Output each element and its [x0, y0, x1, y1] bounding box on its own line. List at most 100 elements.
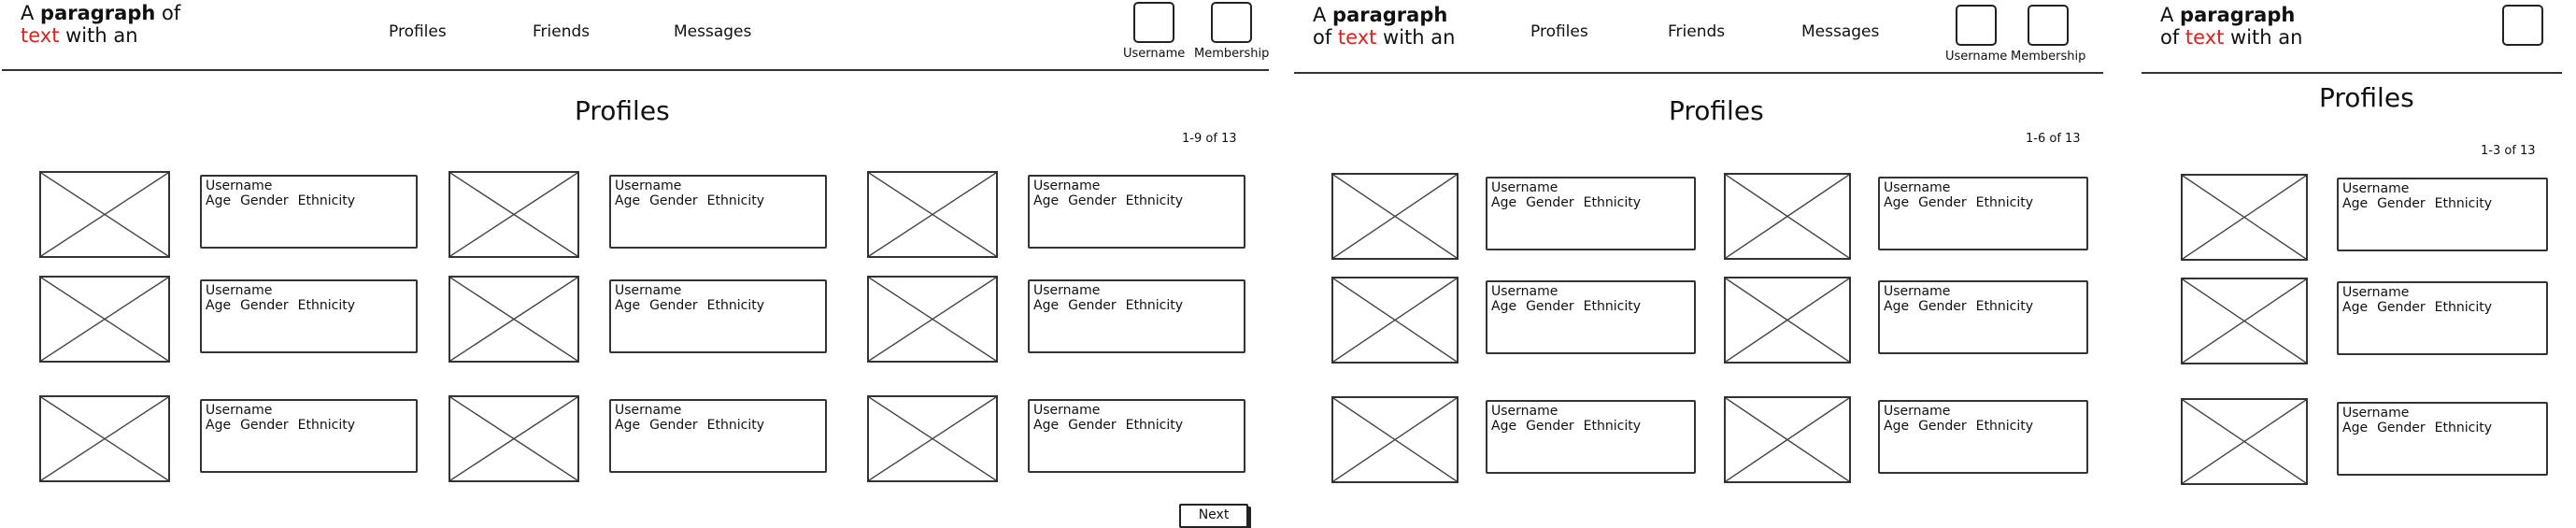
- image-placeholder-icon: [1333, 278, 1457, 362]
- page-title: Profiles: [2319, 82, 2414, 113]
- nav-messages[interactable]: Messages: [674, 22, 751, 41]
- profile-card[interactable]: Username Age Gender Ethnicity: [2337, 281, 2548, 355]
- next-button[interactable]: Next: [1179, 504, 1248, 528]
- profile-ethnicity: Ethnicity: [706, 298, 765, 313]
- image-placeholder-icon: [1726, 175, 1849, 258]
- nav-friends[interactable]: Friends: [533, 22, 590, 41]
- user-icon: [1956, 5, 1998, 46]
- profile-card[interactable]: Username Age Gender Ethnicity: [1028, 399, 1245, 473]
- profile-card[interactable]: Username Age Gender Ethnicity: [609, 279, 827, 353]
- profile-username: Username: [1033, 403, 1101, 418]
- profile-age: Age: [1884, 195, 1910, 210]
- tablet-wireframe: A paragraph of text with an Profiles Fri…: [1292, 0, 2109, 527]
- profile-age: Age: [1884, 419, 1910, 434]
- profile-username: Username: [1491, 180, 1558, 195]
- profile-gender: Gender: [2377, 300, 2426, 315]
- profile-thumbnail[interactable]: [448, 395, 579, 482]
- profile-age: Age: [206, 418, 232, 433]
- profile-age: Age: [615, 298, 641, 313]
- profile-username: Username: [1884, 180, 1951, 195]
- profile-ethnicity: Ethnicity: [1125, 418, 1184, 433]
- profile-thumbnail[interactable]: [39, 171, 170, 258]
- image-placeholder-icon: [1726, 398, 1849, 481]
- profile-thumbnail[interactable]: [1724, 173, 1851, 260]
- nav-profiles[interactable]: Profiles: [1530, 22, 1588, 41]
- profile-card[interactable]: Username Age Gender Ethnicity: [2337, 402, 2548, 476]
- profile-card[interactable]: Username Age Gender Ethnicity: [200, 399, 418, 473]
- profile-gender: Gender: [1918, 419, 1967, 434]
- profile-ethnicity: Ethnicity: [1975, 299, 2034, 314]
- username-button[interactable]: Username: [1123, 2, 1185, 61]
- profile-thumbnail[interactable]: [2181, 398, 2308, 485]
- profile-card[interactable]: Username Age Gender Ethnicity: [1028, 279, 1245, 353]
- profile-thumbnail[interactable]: [1724, 277, 1851, 364]
- profile-card[interactable]: Username Age Gender Ethnicity: [1028, 175, 1245, 249]
- image-placeholder-icon: [869, 397, 996, 480]
- nav-profiles[interactable]: Profiles: [389, 22, 447, 41]
- profile-username: Username: [1491, 284, 1558, 299]
- profile-gender: Gender: [1526, 195, 1574, 210]
- logo-text[interactable]: A paragraph of text with an: [1313, 4, 1500, 47]
- profile-ethnicity: Ethnicity: [1975, 419, 2034, 434]
- profile-thumbnail[interactable]: [1331, 173, 1459, 260]
- nav-friends[interactable]: Friends: [1668, 22, 1725, 41]
- profile-age: Age: [206, 193, 232, 208]
- profile-card[interactable]: Username Age Gender Ethnicity: [2337, 178, 2548, 251]
- desktop-wireframe: A paragraph of text with an Profiles Fri…: [0, 0, 1285, 528]
- profile-card[interactable]: Username Age Gender Ethnicity: [1878, 177, 2088, 250]
- profile-username: Username: [2342, 181, 2410, 196]
- profile-age: Age: [1491, 195, 1517, 210]
- profile-thumbnail[interactable]: [867, 395, 998, 482]
- profile-thumbnail[interactable]: [867, 276, 998, 363]
- menu-icon: [2502, 5, 2543, 46]
- profile-gender: Gender: [1068, 418, 1117, 433]
- profile-username: Username: [1033, 178, 1101, 193]
- profile-card[interactable]: Username Age Gender Ethnicity: [200, 279, 418, 353]
- profile-username: Username: [1884, 284, 1951, 299]
- membership-button[interactable]: Membership: [2011, 5, 2085, 64]
- username-button[interactable]: Username: [1945, 5, 2007, 64]
- page-title: Profiles: [1669, 95, 1764, 126]
- profile-thumbnail[interactable]: [1331, 277, 1459, 364]
- profile-card[interactable]: Username Age Gender Ethnicity: [609, 175, 827, 249]
- profile-card[interactable]: Username Age Gender Ethnicity: [1486, 280, 1696, 354]
- result-count: 1-6 of 13: [2026, 132, 2081, 146]
- result-count: 1-3 of 13: [2481, 144, 2536, 158]
- profile-thumbnail[interactable]: [2181, 278, 2308, 364]
- membership-icon: [1211, 2, 1253, 43]
- profile-thumbnail[interactable]: [2181, 174, 2308, 261]
- profile-username: Username: [206, 178, 273, 193]
- profile-ethnicity: Ethnicity: [2434, 196, 2493, 211]
- profile-thumbnail[interactable]: [39, 276, 170, 363]
- profile-thumbnail[interactable]: [39, 395, 170, 482]
- profile-thumbnail[interactable]: [448, 276, 579, 363]
- profile-thumbnail[interactable]: [1331, 396, 1459, 483]
- membership-button[interactable]: Membership: [1194, 2, 1269, 61]
- profile-card[interactable]: Username Age Gender Ethnicity: [1486, 400, 1696, 474]
- profile-card[interactable]: Username Age Gender Ethnicity: [1878, 400, 2088, 474]
- profile-username: Username: [615, 403, 682, 418]
- profile-gender: Gender: [1068, 193, 1117, 208]
- profile-card[interactable]: Username Age Gender Ethnicity: [1486, 177, 1696, 250]
- profile-thumbnail[interactable]: [1724, 396, 1851, 483]
- profile-username: Username: [1033, 283, 1101, 298]
- profile-card[interactable]: Username Age Gender Ethnicity: [1878, 280, 2088, 354]
- profile-age: Age: [615, 418, 641, 433]
- nav-messages[interactable]: Messages: [1801, 22, 1879, 41]
- menu-button[interactable]: [2502, 5, 2543, 50]
- profile-card[interactable]: Username Age Gender Ethnicity: [200, 175, 418, 249]
- mobile-wireframe: A paragraph of text with an Profiles 1-3…: [2142, 0, 2576, 527]
- profile-age: Age: [1033, 418, 1060, 433]
- header-divider: [1294, 72, 2103, 74]
- profile-gender: Gender: [1918, 195, 1967, 210]
- profile-thumbnail[interactable]: [448, 171, 579, 258]
- image-placeholder-icon: [450, 397, 577, 480]
- profile-ethnicity: Ethnicity: [706, 193, 765, 208]
- profile-card[interactable]: Username Age Gender Ethnicity: [609, 399, 827, 473]
- image-placeholder-icon: [2183, 400, 2306, 483]
- profile-age: Age: [2342, 421, 2369, 435]
- logo-text[interactable]: A paragraph of text with an: [2160, 4, 2347, 47]
- profile-username: Username: [206, 403, 273, 418]
- profile-thumbnail[interactable]: [867, 171, 998, 258]
- logo-text[interactable]: A paragraph of text with an: [21, 2, 207, 45]
